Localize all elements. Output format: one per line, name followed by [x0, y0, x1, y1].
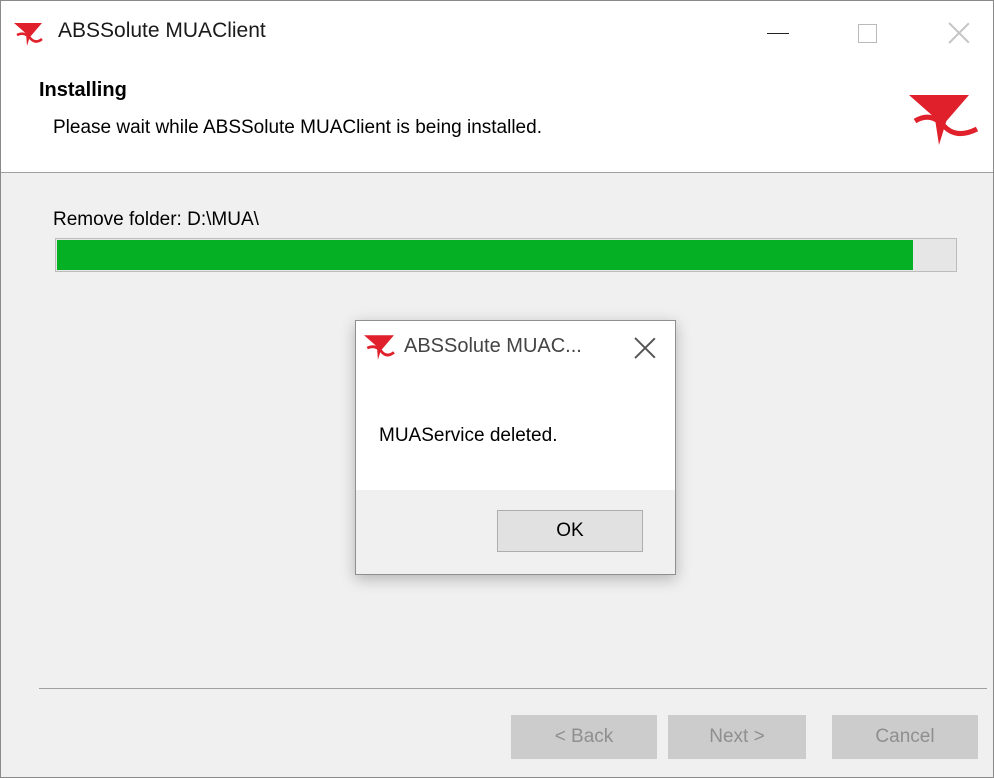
ok-button[interactable]: OK	[497, 510, 643, 552]
title-bar[interactable]: ABSSolute MUAClient	[1, 1, 993, 65]
next-button[interactable]: Next >	[668, 715, 806, 759]
maximize-button[interactable]	[835, 1, 899, 65]
progress-status-text: Remove folder: D:\MUA\	[53, 209, 259, 230]
wizard-header: Installing Please wait while ABSSolute M…	[1, 65, 993, 173]
message-dialog: ABSSolute MUAC... MUAService deleted. OK	[355, 320, 676, 575]
back-button[interactable]: < Back	[511, 715, 657, 759]
close-icon	[948, 22, 970, 44]
minimize-icon	[767, 32, 789, 34]
page-subheading: Please wait while ABSSolute MUAClient is…	[53, 117, 542, 138]
installer-window: ABSSolute MUAClient Installing Please wa…	[0, 0, 994, 778]
maximize-icon	[857, 23, 877, 43]
absolute-logo-icon	[364, 335, 395, 360]
progress-bar	[55, 238, 957, 272]
dialog-message: MUAService deleted.	[379, 425, 558, 446]
progress-fill	[57, 240, 913, 270]
dialog-title: ABSSolute MUAC...	[404, 335, 582, 357]
absolute-logo-icon	[909, 95, 979, 145]
close-button[interactable]	[927, 1, 991, 65]
dialog-close-icon[interactable]	[634, 337, 656, 359]
page-heading: Installing	[39, 79, 127, 101]
cancel-button[interactable]: Cancel	[832, 715, 978, 759]
absolute-logo-icon	[14, 23, 43, 46]
footer-separator	[39, 688, 987, 689]
minimize-button[interactable]	[746, 1, 810, 65]
window-title: ABSSolute MUAClient	[58, 19, 266, 42]
